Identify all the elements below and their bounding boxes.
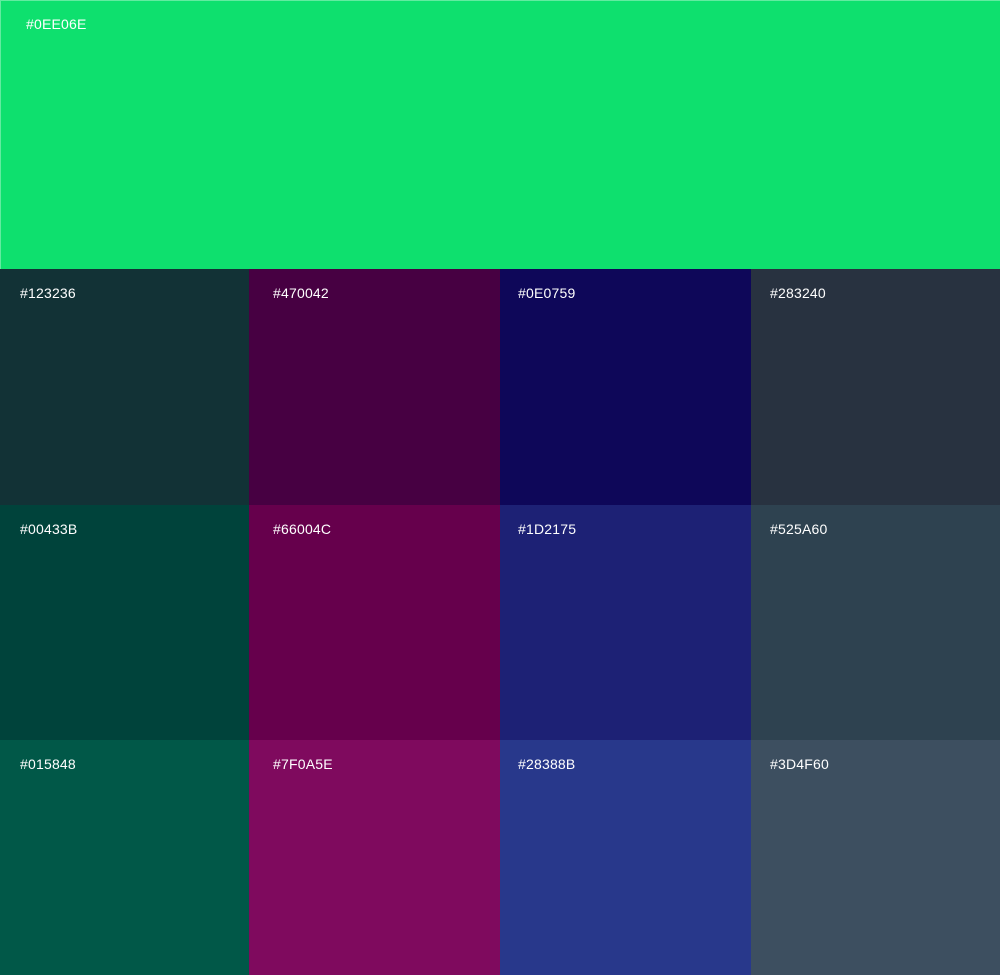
- color-swatch-28388b[interactable]: #28388B: [500, 740, 751, 975]
- color-hex-label: #470042: [273, 285, 329, 301]
- color-swatch-00433b[interactable]: #00433B: [0, 505, 249, 740]
- color-hex-label: #525A60: [770, 521, 828, 537]
- primary-color-hex-label: #0EE06E: [26, 16, 87, 32]
- color-swatch-015848[interactable]: #015848: [0, 740, 249, 975]
- color-swatch-7f0a5e[interactable]: #7F0A5E: [249, 740, 500, 975]
- color-hex-label: #66004C: [273, 521, 332, 537]
- color-swatch-3d4f60[interactable]: #3D4F60: [751, 740, 1000, 975]
- color-hex-label: #015848: [20, 756, 76, 772]
- color-swatch-283240[interactable]: #283240: [751, 269, 1000, 505]
- color-palette: #0EE06E #123236 #470042 #0E0759 #283240 …: [0, 0, 1000, 975]
- color-swatch-0e0759[interactable]: #0E0759: [500, 269, 751, 505]
- color-swatch-1d2175[interactable]: #1D2175: [500, 505, 751, 740]
- color-hex-label: #3D4F60: [770, 756, 829, 772]
- color-hex-label: #7F0A5E: [273, 756, 333, 772]
- color-swatch-525a60[interactable]: #525A60: [751, 505, 1000, 740]
- color-hex-label: #00433B: [20, 521, 78, 537]
- color-hex-label: #28388B: [518, 756, 576, 772]
- palette-grid: #123236 #470042 #0E0759 #283240 #00433B …: [0, 269, 1000, 975]
- color-hex-label: #283240: [770, 285, 826, 301]
- color-hex-label: #0E0759: [518, 285, 576, 301]
- color-swatch-66004c[interactable]: #66004C: [249, 505, 500, 740]
- color-swatch-470042[interactable]: #470042: [249, 269, 500, 505]
- primary-color-swatch[interactable]: #0EE06E: [0, 0, 1000, 269]
- color-hex-label: #1D2175: [518, 521, 577, 537]
- color-swatch-123236[interactable]: #123236: [0, 269, 249, 505]
- color-hex-label: #123236: [20, 285, 76, 301]
